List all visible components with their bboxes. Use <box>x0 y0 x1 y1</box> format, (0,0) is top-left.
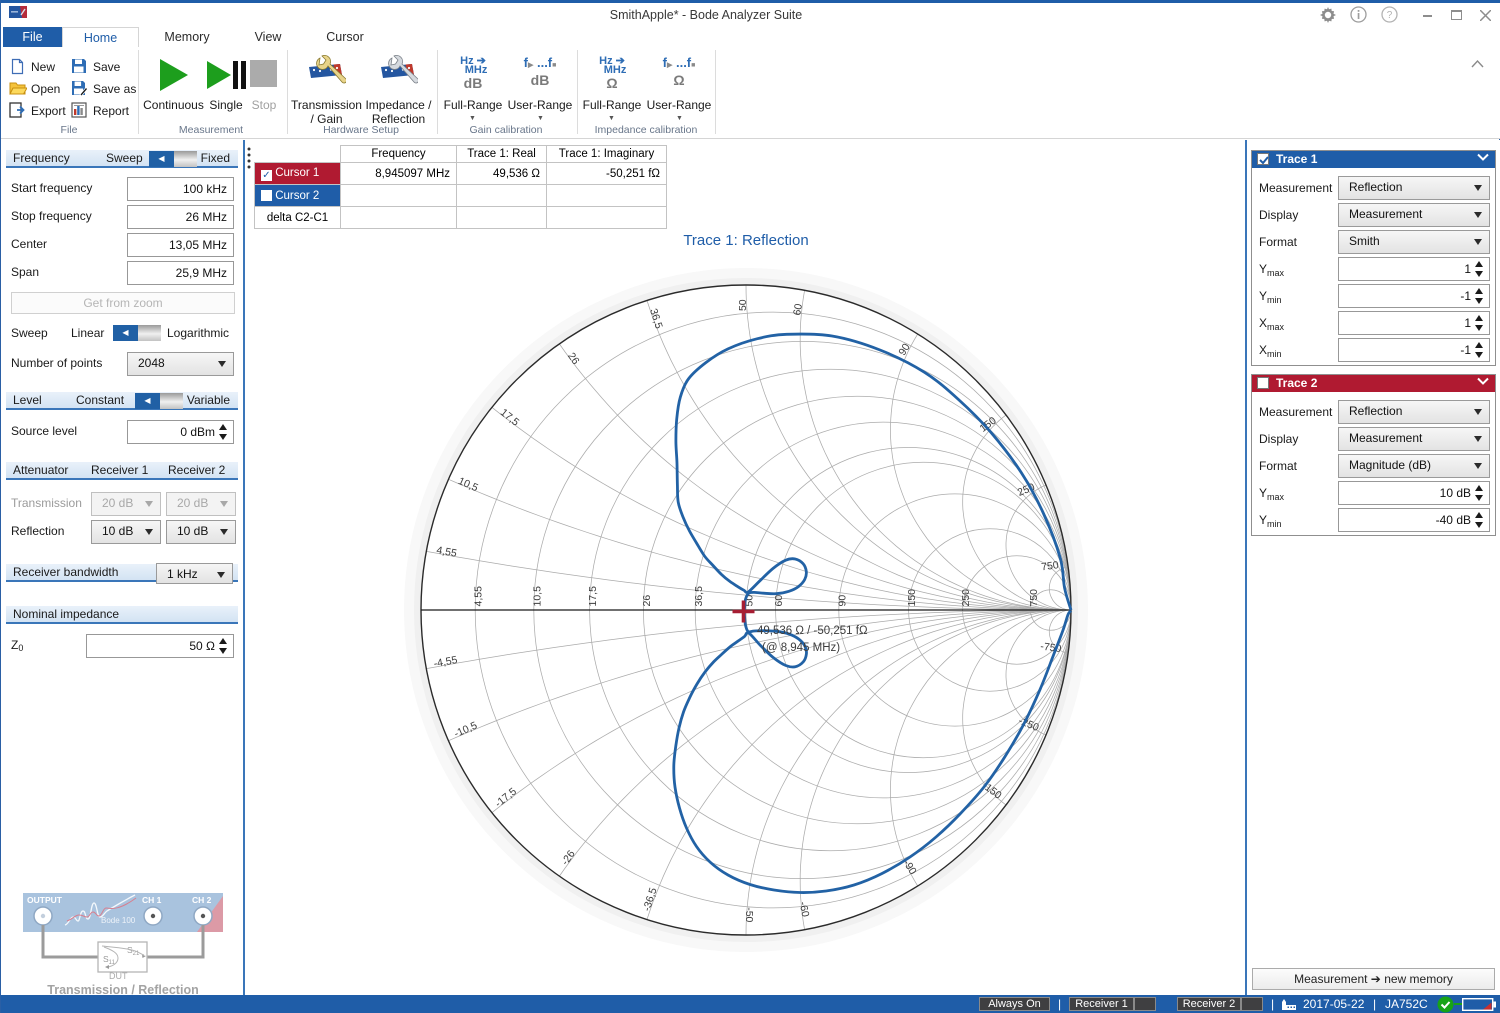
svg-text:150: 150 <box>906 589 918 607</box>
svg-text:750: 750 <box>1041 559 1060 573</box>
svg-text:OUTPUT: OUTPUT <box>27 895 63 905</box>
svg-text:Bode 100: Bode 100 <box>101 916 136 925</box>
svg-text:36,5: 36,5 <box>693 586 705 607</box>
svg-text:CH 2: CH 2 <box>192 895 212 905</box>
svg-text:60: 60 <box>773 595 785 607</box>
svg-text:50: 50 <box>737 299 749 311</box>
svg-text:750: 750 <box>1028 589 1040 607</box>
svg-text:60: 60 <box>791 303 805 317</box>
svg-text:10,5: 10,5 <box>531 586 543 607</box>
svg-text:?: ? <box>1387 10 1393 21</box>
svg-text:(@ 8,945 MHz): (@ 8,945 MHz) <box>762 642 840 654</box>
svg-text:17,5: 17,5 <box>587 586 599 607</box>
svg-text:4,55: 4,55 <box>473 586 485 607</box>
svg-text:90: 90 <box>836 595 848 607</box>
svg-text:250: 250 <box>960 589 972 607</box>
svg-text:CH 1: CH 1 <box>142 895 162 905</box>
svg-text:49,536 Ω / -50,251 fΩ: 49,536 Ω / -50,251 fΩ <box>757 625 868 637</box>
svg-text:DUT: DUT <box>109 971 128 981</box>
svg-text:26: 26 <box>641 595 653 607</box>
svg-text:-50: -50 <box>743 907 755 922</box>
